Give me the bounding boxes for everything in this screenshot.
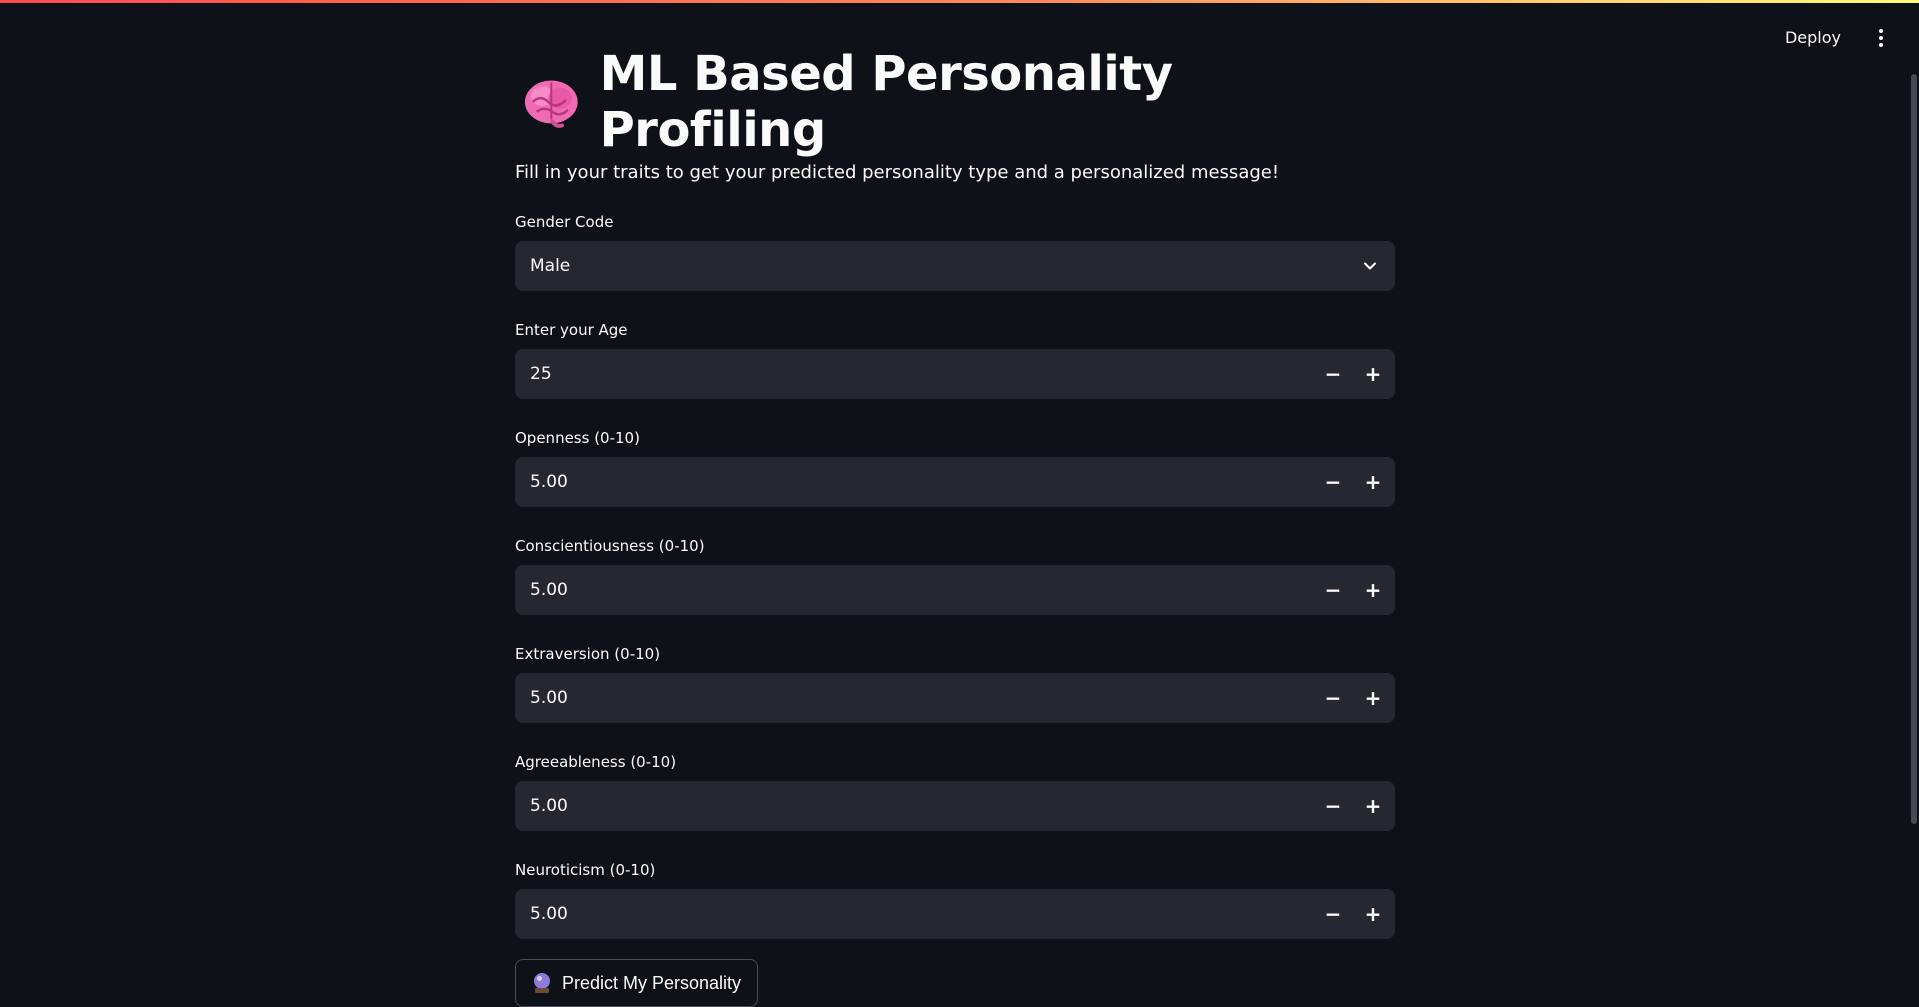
top-decoration-bar (0, 0, 1919, 3)
gender-label: Gender Code (515, 213, 614, 231)
openness-input-value[interactable]: 5.00 (515, 472, 1313, 492)
page-title-text: ML Based Personality Profiling (599, 46, 1173, 158)
agreeableness-label: Agreeableness (0-10) (515, 753, 677, 771)
age-decrement-button[interactable]: − (1313, 349, 1353, 399)
neuroticism-number-input: 5.00 − + (515, 889, 1395, 939)
crystal-ball-icon (534, 973, 550, 993)
agreeableness-number-input: 5.00 − + (515, 781, 1395, 831)
agreeableness-input-value[interactable]: 5.00 (515, 796, 1313, 816)
page-subtitle: Fill in your traits to get your predicte… (515, 162, 1280, 183)
neuroticism-increment-button[interactable]: + (1353, 889, 1393, 939)
openness-increment-button[interactable]: + (1353, 457, 1393, 507)
scrollbar[interactable] (1911, 74, 1917, 824)
predict-personality-button[interactable]: Predict My Personality (515, 959, 759, 1007)
age-number-input: 25 − + (515, 349, 1395, 399)
extraversion-decrement-button[interactable]: − (1313, 673, 1353, 723)
conscientiousness-increment-button[interactable]: + (1353, 565, 1393, 615)
main-content: ML Based Personality Profiling Fill in y… (515, 46, 1395, 1007)
extraversion-field: Extraversion (0-10) 5.00 − + (515, 645, 1395, 723)
age-field: Enter your Age 25 − + (515, 321, 1395, 399)
brain-icon (524, 80, 578, 128)
chevron-down-icon (1364, 262, 1376, 270)
gender-select[interactable]: Male (515, 241, 1395, 291)
agreeableness-decrement-button[interactable]: − (1313, 781, 1353, 831)
openness-field: Openness (0-10) 5.00 − + (515, 429, 1395, 507)
conscientiousness-decrement-button[interactable]: − (1313, 565, 1353, 615)
header-actions: Deploy (1779, 24, 1889, 51)
agreeableness-increment-button[interactable]: + (1353, 781, 1393, 831)
age-label: Enter your Age (515, 321, 628, 339)
neuroticism-decrement-button[interactable]: − (1313, 889, 1353, 939)
gender-field: Gender Code Male (515, 213, 1395, 291)
predict-button-label: Predict My Personality (562, 972, 742, 993)
openness-number-input: 5.00 − + (515, 457, 1395, 507)
extraversion-input-value[interactable]: 5.00 (515, 688, 1313, 708)
agreeableness-field: Agreeableness (0-10) 5.00 − + (515, 753, 1395, 831)
age-increment-button[interactable]: + (1353, 349, 1393, 399)
conscientiousness-input-value[interactable]: 5.00 (515, 580, 1313, 600)
gender-select-value: Male (530, 256, 571, 276)
extraversion-number-input: 5.00 − + (515, 673, 1395, 723)
neuroticism-label: Neuroticism (0-10) (515, 861, 656, 879)
neuroticism-field: Neuroticism (0-10) 5.00 − + (515, 861, 1395, 939)
conscientiousness-field: Conscientiousness (0-10) 5.00 − + (515, 537, 1395, 615)
openness-label: Openness (0-10) (515, 429, 640, 447)
age-input-value[interactable]: 25 (515, 364, 1313, 384)
conscientiousness-number-input: 5.00 − + (515, 565, 1395, 615)
kebab-menu-icon[interactable] (1873, 25, 1889, 51)
deploy-button[interactable]: Deploy (1779, 24, 1847, 51)
neuroticism-input-value[interactable]: 5.00 (515, 904, 1313, 924)
conscientiousness-label: Conscientiousness (0-10) (515, 537, 705, 555)
extraversion-increment-button[interactable]: + (1353, 673, 1393, 723)
page-title: ML Based Personality Profiling (523, 46, 1395, 158)
openness-decrement-button[interactable]: − (1313, 457, 1353, 507)
extraversion-label: Extraversion (0-10) (515, 645, 661, 663)
